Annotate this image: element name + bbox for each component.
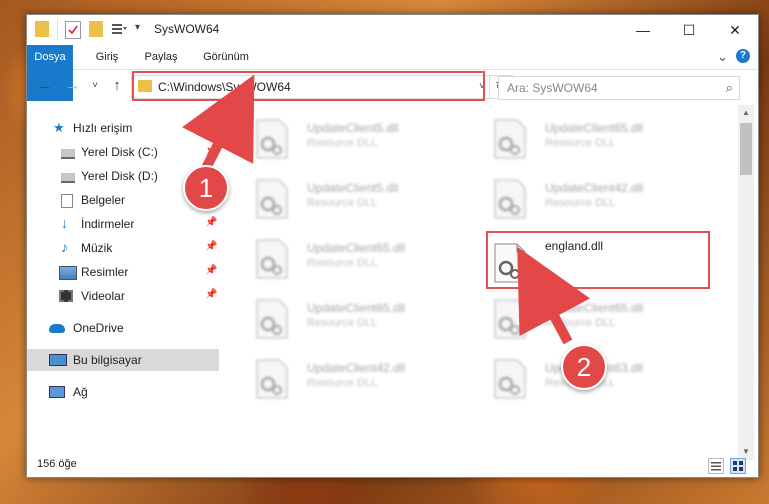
step-badge-1: 1 <box>183 165 229 211</box>
annotation-arrows <box>182 74 591 345</box>
arrow-2 <box>517 246 591 345</box>
step-badge-2: 2 <box>561 344 607 390</box>
arrow-1 <box>182 74 255 175</box>
